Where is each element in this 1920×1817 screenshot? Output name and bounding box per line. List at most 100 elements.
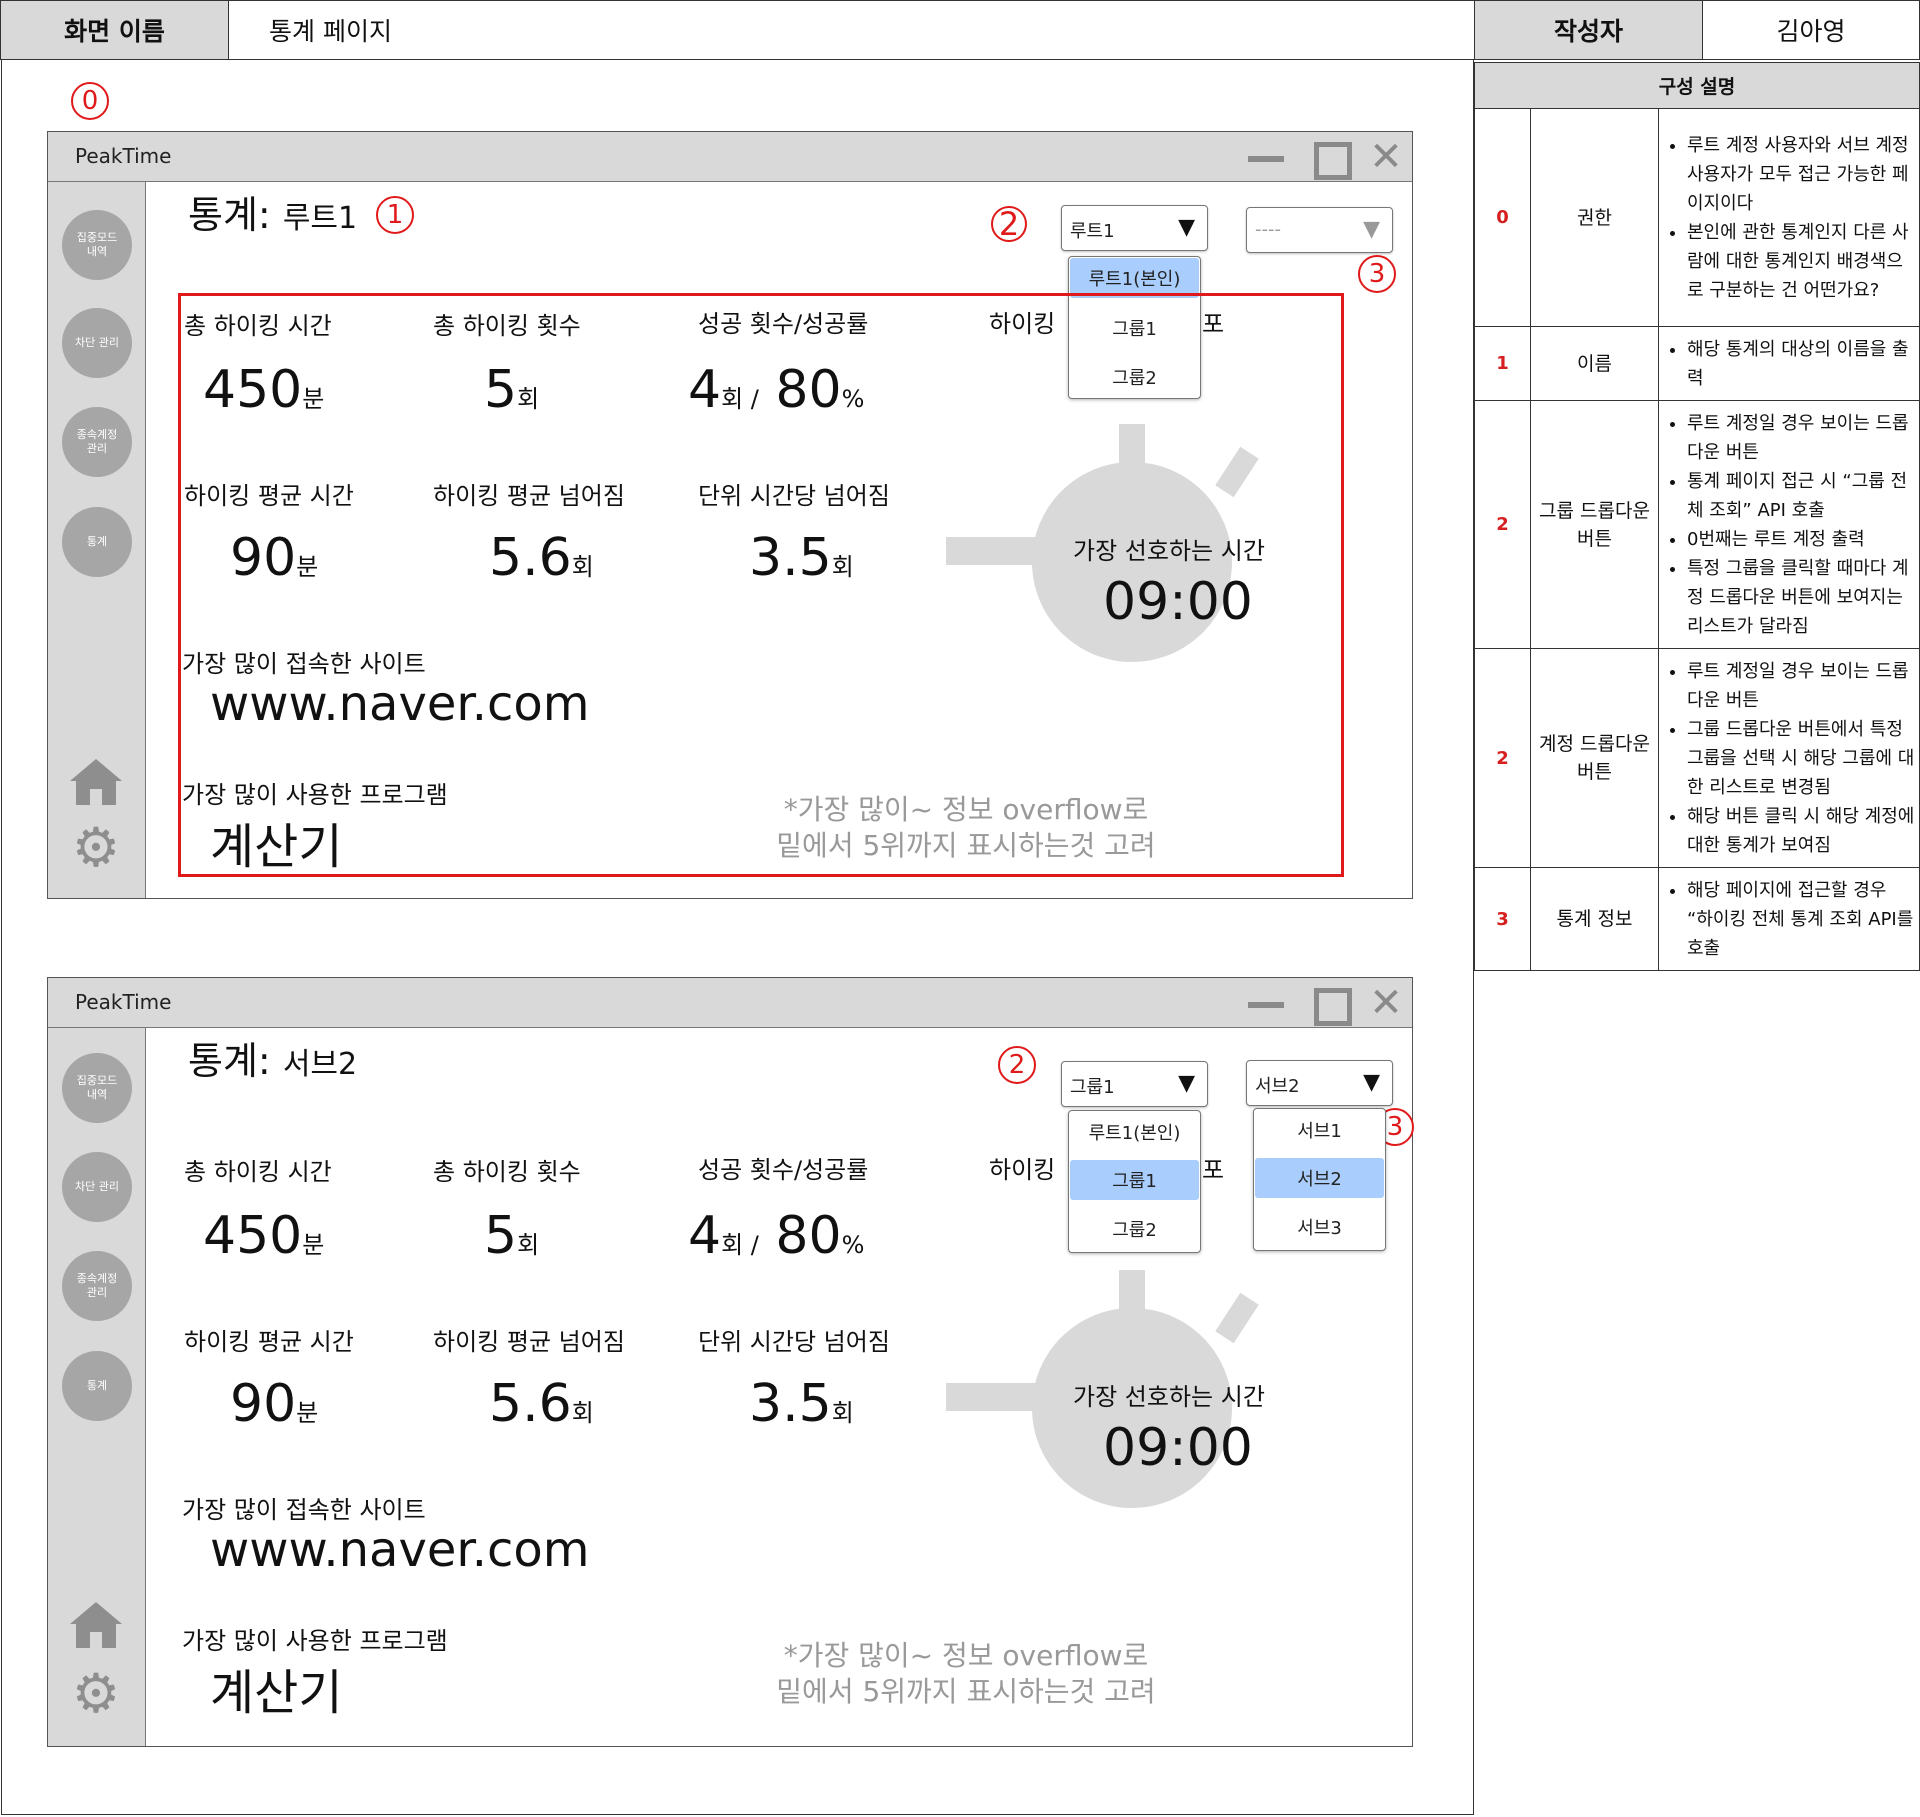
sidebar-item-label: 통계 — [86, 1379, 108, 1392]
table-row: 0 권한 루트 계정 사용자와 서브 계정 사용자가 모두 접근 가능한 페이지… — [1474, 108, 1920, 327]
annotation-marker-2-text: 2 — [991, 205, 1027, 243]
group-dropdown[interactable]: 그룹1 ▼ — [1061, 1061, 1208, 1107]
menu-item-label: 서브3 — [1297, 1218, 1342, 1239]
bullet: 루트 계정일 경우 보이는 드롭다운 버튼 — [1687, 409, 1915, 467]
gear-icon[interactable]: ⚙ — [70, 1667, 122, 1721]
stats-highlight-box — [178, 293, 1344, 877]
sidebar-item-block[interactable]: 차단 관리 — [62, 1152, 132, 1222]
success-count-number: 4 — [688, 1206, 722, 1266]
group-dropdown-value: 루트1 — [1070, 221, 1115, 242]
avg-fall-label: 하이킹 평균 넘어짐 — [433, 1328, 625, 1356]
row-description: 해당 페이지에 접근할 경우 “하이킹 전체 통계 조회 API를 호출 — [1658, 867, 1920, 971]
author-label: 작성자 — [1474, 0, 1703, 60]
minimize-icon[interactable] — [1248, 986, 1284, 1020]
row-description: 해당 통계의 대상의 이름을 출력 — [1658, 326, 1920, 401]
group-dropdown-value: 그룹1 — [1070, 1077, 1115, 1098]
bullet: 해당 페이지에 접근할 경우 “하이킹 전체 통계 조회 API를 호출 — [1687, 876, 1915, 963]
dropdown-arrow-icon: ▼ — [1363, 1070, 1380, 1095]
sidebar-item-label: 집중모드 내역 — [76, 1074, 118, 1101]
app-window-root: PeakTime ✕ 집중모드 내역 차단 관리 종속계정 관리 통계 ⚙ 통계… — [47, 131, 1413, 899]
account-dropdown[interactable]: ---- ▼ — [1246, 207, 1393, 253]
annotation-marker-2: 2 — [990, 205, 1028, 243]
sidebar-item-focus-history[interactable]: 집중모드 내역 — [62, 210, 132, 280]
sidebar-item-stats[interactable]: 통계 — [62, 1351, 132, 1421]
page-title: 통계: 서브2 — [188, 1030, 357, 1085]
unit-fall-value: 3.5회 — [749, 1374, 854, 1434]
menu-item-label: 서브1 — [1297, 1121, 1342, 1142]
success-label: 성공 횟수/성공률 — [698, 1156, 869, 1184]
sidebar-item-sub-accounts[interactable]: 종속계정 관리 — [62, 1251, 132, 1321]
group-dropdown[interactable]: 루트1 ▼ — [1061, 205, 1208, 251]
gear-icon[interactable]: ⚙ — [70, 821, 122, 875]
avg-time-label: 하이킹 평균 시간 — [184, 1328, 354, 1356]
home-icon[interactable] — [68, 1600, 124, 1650]
annotation-marker-1: 1 — [376, 196, 414, 234]
sidebar-item-block[interactable]: 차단 관리 — [62, 308, 132, 378]
group-dropdown-menu: 루트1(본인) 그룹1 그룹2 — [1068, 1110, 1201, 1253]
row-section: 계정 드롭다운 버튼 — [1530, 648, 1659, 868]
total-count-value: 5회 — [484, 1206, 539, 1266]
row-section: 이름 — [1530, 326, 1659, 401]
dropdown-arrow-icon: ▼ — [1178, 215, 1195, 240]
top-site-label: 가장 많이 접속한 사이트 — [182, 1496, 426, 1524]
description-title: 구성 설명 — [1474, 62, 1920, 109]
annotation-marker-3-text: 3 — [1386, 1112, 1404, 1142]
row-number: 1 — [1474, 326, 1531, 401]
sidebar-item-sub-accounts[interactable]: 종속계정 관리 — [62, 407, 132, 477]
sidebar-item-label: 통계 — [86, 535, 108, 548]
total-count-number: 5 — [484, 1206, 518, 1266]
maximize-icon[interactable] — [1310, 140, 1352, 180]
close-glyph: ✕ — [1369, 134, 1403, 180]
annotation-marker-3: 3 — [1358, 255, 1396, 293]
row-number: 0 — [1474, 108, 1531, 327]
menu-item-group2[interactable]: 그룹2 — [1070, 1209, 1199, 1249]
hiking-distribution-label-start: 하이킹 — [989, 1156, 1056, 1184]
menu-item-group1[interactable]: 그룹1 — [1070, 1160, 1199, 1200]
menu-item-root[interactable]: 루트1(본인) — [1070, 1112, 1199, 1152]
bullet: 루트 계정일 경우 보이는 드롭다운 버튼 — [1687, 657, 1915, 715]
window-title: PeakTime — [75, 144, 172, 168]
annotation-marker-2-text: 2 — [1008, 1050, 1026, 1080]
screen-name-value-text: 통계 페이지 — [269, 17, 392, 46]
menu-item-root[interactable]: 루트1(본인) — [1070, 258, 1199, 298]
overflow-note-line2: 밑에서 5위까지 표시하는것 고려 — [776, 1675, 1156, 1708]
maximize-icon[interactable] — [1310, 986, 1352, 1026]
account-dropdown-menu: 서브1 서브2 서브3 — [1253, 1108, 1386, 1251]
top-program-value: 계산기 — [210, 1665, 343, 1721]
close-icon[interactable]: ✕ — [1368, 137, 1404, 177]
table-row: 2 계정 드롭다운 버튼 루트 계정일 경우 보이는 드롭다운 버튼 그룹 드롭… — [1474, 648, 1920, 868]
sidebar-item-stats[interactable]: 통계 — [62, 507, 132, 577]
author-value: 김아영 — [1702, 0, 1920, 60]
sidebar-item-focus-history[interactable]: 집중모드 내역 — [62, 1053, 132, 1123]
minimize-icon[interactable] — [1248, 140, 1284, 174]
table-row: 2 그룹 드롭다운 버튼 루트 계정일 경우 보이는 드롭다운 버튼 통계 페이… — [1474, 400, 1920, 649]
menu-item-label: 서브2 — [1297, 1169, 1342, 1190]
close-icon[interactable]: ✕ — [1368, 983, 1404, 1023]
avg-time-value: 90분 — [230, 1374, 318, 1434]
home-icon[interactable] — [68, 757, 124, 807]
description-table: 구성 설명 0 권한 루트 계정 사용자와 서브 계정 사용자가 모두 접근 가… — [1474, 62, 1920, 971]
table-row: 1 이름 해당 통계의 대상의 이름을 출력 — [1474, 326, 1920, 401]
menu-item-label: 그룹2 — [1112, 1220, 1157, 1241]
annotation-marker-0-text: 0 — [81, 86, 99, 116]
menu-item-sub3[interactable]: 서브3 — [1255, 1207, 1384, 1247]
account-dropdown-value: ---- — [1255, 219, 1281, 240]
page-title-prefix: 통계: — [188, 193, 271, 237]
menu-item-sub2[interactable]: 서브2 — [1255, 1158, 1384, 1198]
page-title: 통계: 루트1 — [188, 184, 357, 239]
bullet: 해당 버튼 클릭 시 해당 계정에 대한 통계가 보여짐 — [1687, 802, 1915, 860]
page-title-target: 서브2 — [282, 1047, 358, 1082]
author-label-text: 작성자 — [1553, 17, 1623, 46]
menu-item-sub1[interactable]: 서브1 — [1255, 1110, 1384, 1150]
sidebar-item-label: 종속계정 관리 — [76, 1272, 118, 1299]
success-rate-unit: % — [841, 1231, 865, 1259]
bullet: 루트 계정 사용자와 서브 계정 사용자가 모두 접근 가능한 페이지이다 — [1687, 131, 1915, 218]
avg-time-unit: 분 — [296, 1399, 319, 1427]
bullet: 본인에 관한 통계인지 다른 사람에 대한 통계인지 배경색으로 구분하는 건 … — [1687, 218, 1915, 305]
top-program-label: 가장 많이 사용한 프로그램 — [182, 1627, 448, 1655]
sidebar-item-label: 차단 관리 — [75, 1180, 119, 1193]
total-time-label: 총 하이킹 시간 — [184, 1158, 332, 1186]
sidebar-item-label: 집중모드 내역 — [76, 231, 118, 258]
account-dropdown[interactable]: 서브2 ▼ — [1246, 1060, 1393, 1106]
menu-item-label: 루트1(본인) — [1088, 1123, 1181, 1144]
